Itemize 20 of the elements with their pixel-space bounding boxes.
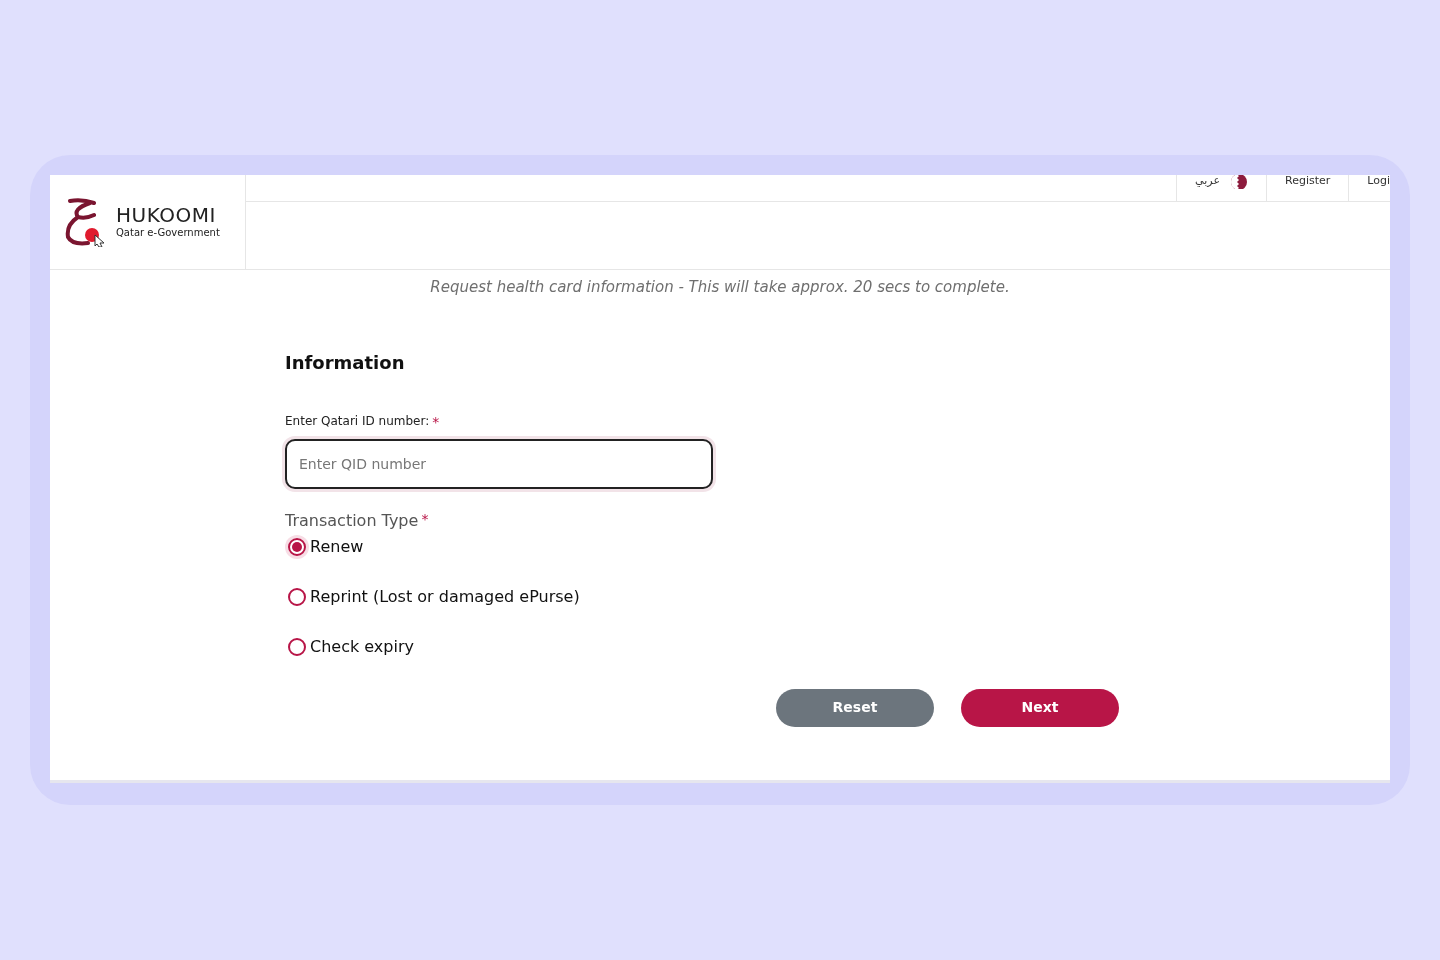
radio-button[interactable] [288, 537, 306, 556]
required-mark: * [432, 412, 440, 432]
radio-button[interactable] [288, 637, 306, 656]
radio-button[interactable] [288, 587, 306, 606]
radio-label[interactable]: Check expiry [310, 634, 414, 659]
qid-input-field[interactable]: Enter QID number [285, 438, 713, 489]
nav-link[interactable]: Register [1266, 175, 1349, 201]
next-button[interactable]: Next [961, 688, 1119, 727]
brand-name: HUKOOMI [116, 204, 217, 225]
page-subtitle: Request health card information - This will take approx. 20 secs to complete. [429, 277, 1011, 298]
field-label: Transaction Type [285, 509, 419, 532]
reset-button[interactable]: Reset [776, 688, 934, 727]
nav-link[interactable]: Logi [1348, 175, 1390, 201]
language-link[interactable]: عربي [1176, 175, 1266, 201]
required-mark: * [421, 509, 429, 529]
field-label: Enter Qatari ID number: [285, 412, 430, 430]
brand-tagline: Qatar e-Government [116, 225, 220, 240]
section-title: Information [285, 350, 406, 375]
radio-label[interactable]: Reprint (Lost or damaged ePurse) [310, 584, 580, 609]
radio-label[interactable]: Renew [310, 534, 364, 559]
